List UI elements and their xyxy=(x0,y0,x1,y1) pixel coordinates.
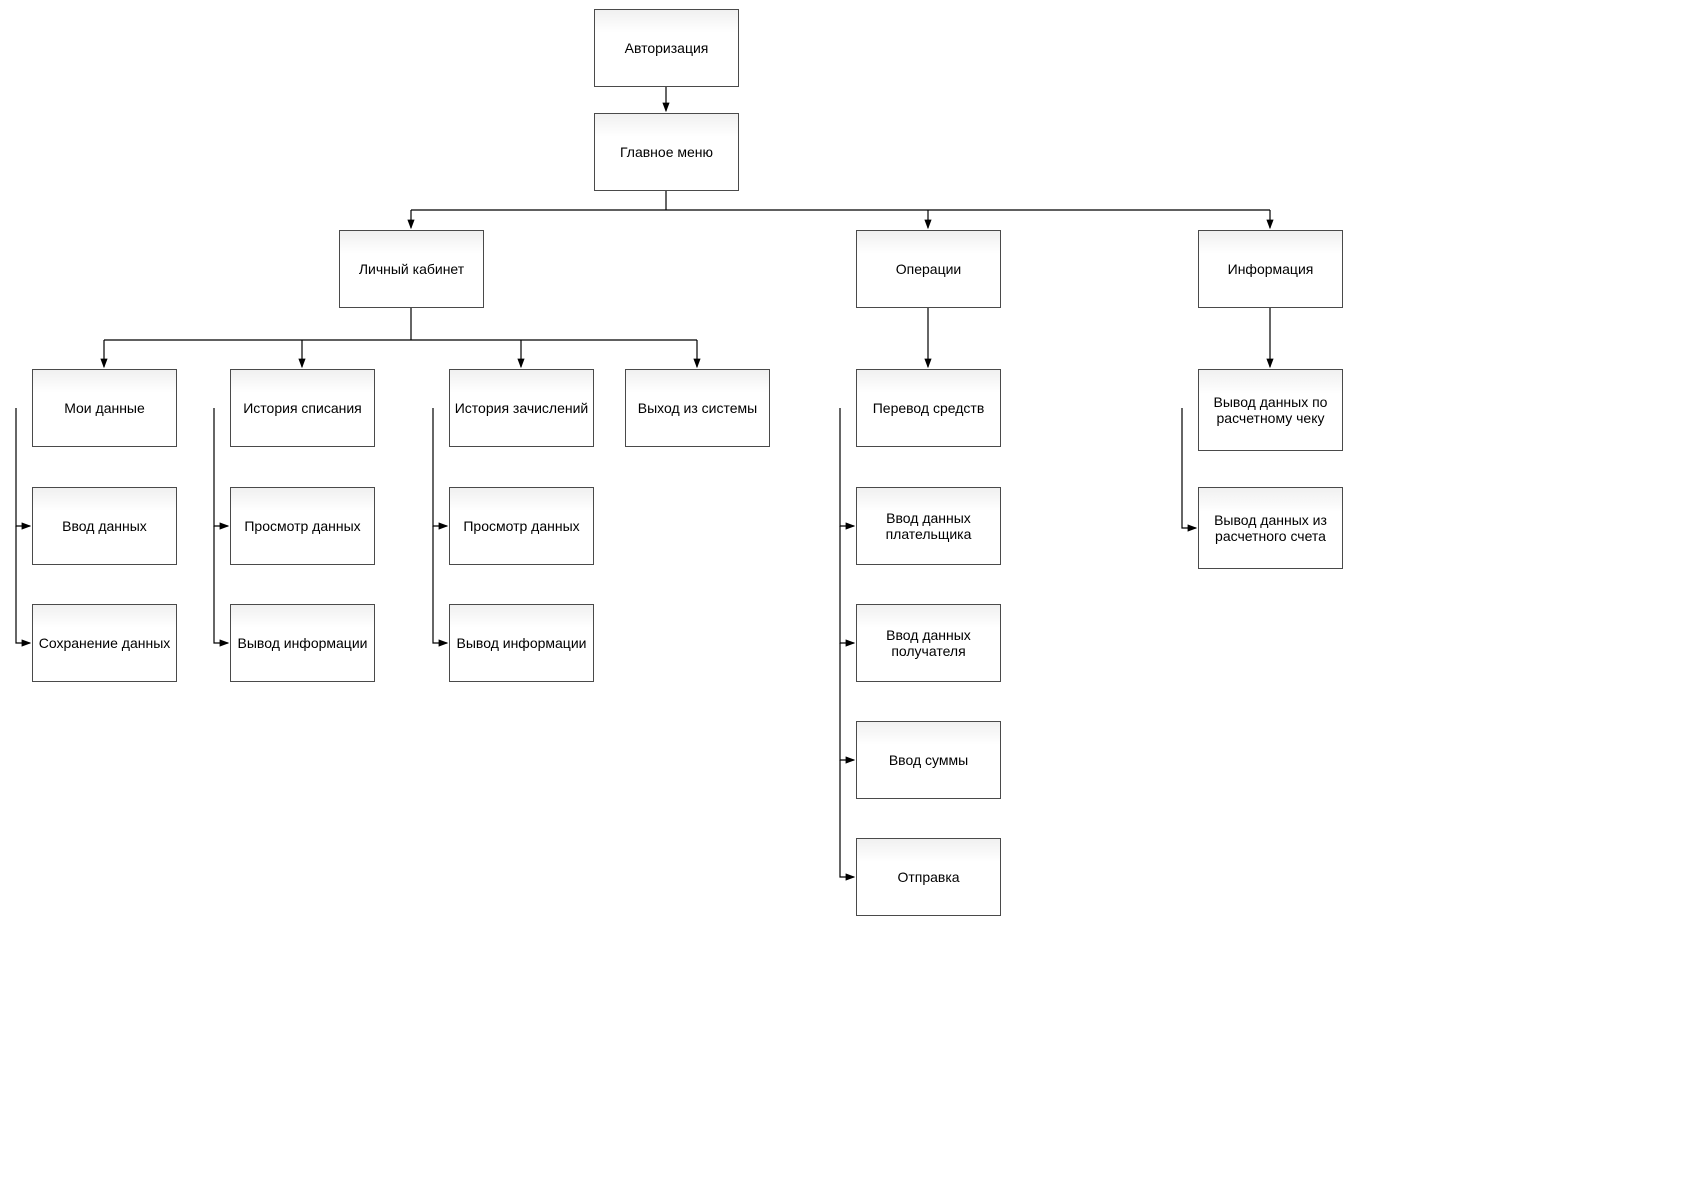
node-authorization: Авторизация xyxy=(594,9,739,87)
node-transfer: Перевод средств xyxy=(856,369,1001,447)
node-information: Информация xyxy=(1198,230,1343,308)
node-label: Просмотр данных xyxy=(244,518,360,534)
node-personal-cabinet: Личный кабинет xyxy=(339,230,484,308)
node-recipient-data: Ввод данных получателя xyxy=(856,604,1001,682)
node-label: Информация xyxy=(1228,261,1314,277)
node-output-info-1: Вывод информации xyxy=(230,604,375,682)
node-label: Ввод данных получателя xyxy=(861,627,996,659)
node-label: Личный кабинет xyxy=(359,261,464,277)
node-info-check: Вывод данных по расчетному чеку xyxy=(1198,369,1343,451)
node-label: Вывод данных по расчетному чеку xyxy=(1203,394,1338,426)
node-label: Выход из системы xyxy=(638,400,757,416)
node-my-data: Мои данные xyxy=(32,369,177,447)
node-payer-data: Ввод данных плательщика xyxy=(856,487,1001,565)
node-label: Мои данные xyxy=(64,400,145,416)
node-info-account: Вывод данных из расчетного счета xyxy=(1198,487,1343,569)
node-label: Вывод информации xyxy=(457,635,587,651)
connector-lines xyxy=(0,0,1702,1177)
node-label: История списания xyxy=(243,400,362,416)
node-label: Ввод суммы xyxy=(889,752,968,768)
node-logout: Выход из системы xyxy=(625,369,770,447)
node-output-info-2: Вывод информации xyxy=(449,604,594,682)
node-save-data: Сохранение данных xyxy=(32,604,177,682)
node-label: Операции xyxy=(896,261,962,277)
node-label: Главное меню xyxy=(620,144,713,160)
node-main-menu: Главное меню xyxy=(594,113,739,191)
node-label: Вывод информации xyxy=(238,635,368,651)
node-label: Ввод данных xyxy=(62,518,147,534)
node-enter-sum: Ввод суммы xyxy=(856,721,1001,799)
node-label: Сохранение данных xyxy=(39,635,171,651)
node-view-data-2: Просмотр данных xyxy=(449,487,594,565)
node-label: Вывод данных из расчетного счета xyxy=(1203,512,1338,544)
node-history-credit: История зачислений xyxy=(449,369,594,447)
node-history-write: История списания xyxy=(230,369,375,447)
node-send: Отправка xyxy=(856,838,1001,916)
node-label: Просмотр данных xyxy=(463,518,579,534)
node-label: Отправка xyxy=(897,869,959,885)
node-operations: Операции xyxy=(856,230,1001,308)
node-enter-data: Ввод данных xyxy=(32,487,177,565)
node-view-data-1: Просмотр данных xyxy=(230,487,375,565)
node-label: Перевод средств xyxy=(873,400,985,416)
node-label: История зачислений xyxy=(455,400,589,416)
node-label: Авторизация xyxy=(625,40,709,56)
node-label: Ввод данных плательщика xyxy=(861,510,996,542)
